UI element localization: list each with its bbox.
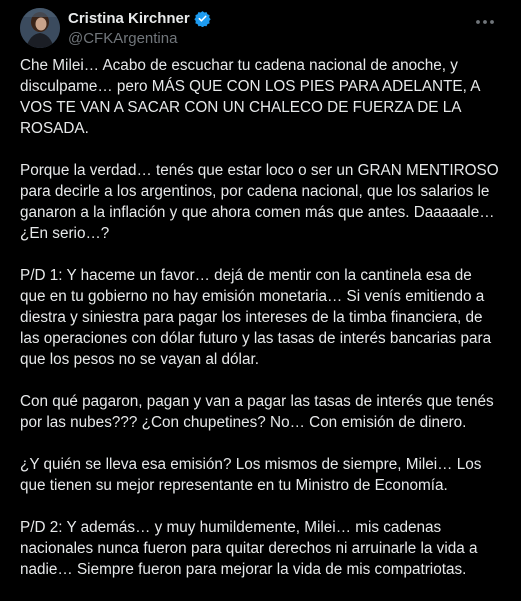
tweet-paragraph-5: ¿Y quién se lleva esa emisión? Los mismo… <box>20 456 482 494</box>
verified-badge-icon <box>194 10 211 28</box>
avatar[interactable] <box>20 8 60 48</box>
tweet-paragraph-4: Con qué pagaron, pagan y van a pagar las… <box>20 393 494 431</box>
more-options-icon[interactable] <box>473 12 497 32</box>
tweet-paragraph-6: P/D 2: Y además… y muy humildemente, Mil… <box>20 519 478 578</box>
name-row: Cristina Kirchner <box>68 10 211 28</box>
avatar-image <box>20 8 60 48</box>
display-name[interactable]: Cristina Kirchner <box>68 10 190 27</box>
tweet: Cristina Kirchner @CFKArgentina Che Mile… <box>0 0 521 578</box>
tweet-paragraph-3: P/D 1: Y haceme un favor… dejá de mentir… <box>20 267 492 368</box>
tweet-header: Cristina Kirchner @CFKArgentina <box>20 6 505 48</box>
tweet-paragraph-2: Porque la verdad… tenés que estar loco o… <box>20 162 499 242</box>
handle[interactable]: @CFKArgentina <box>68 30 177 47</box>
tweet-text: Che Milei… Acabo de escuchar tu cadena n… <box>20 55 500 601</box>
tweet-paragraph-1: Che Milei… Acabo de escuchar tu cadena n… <box>20 57 480 137</box>
